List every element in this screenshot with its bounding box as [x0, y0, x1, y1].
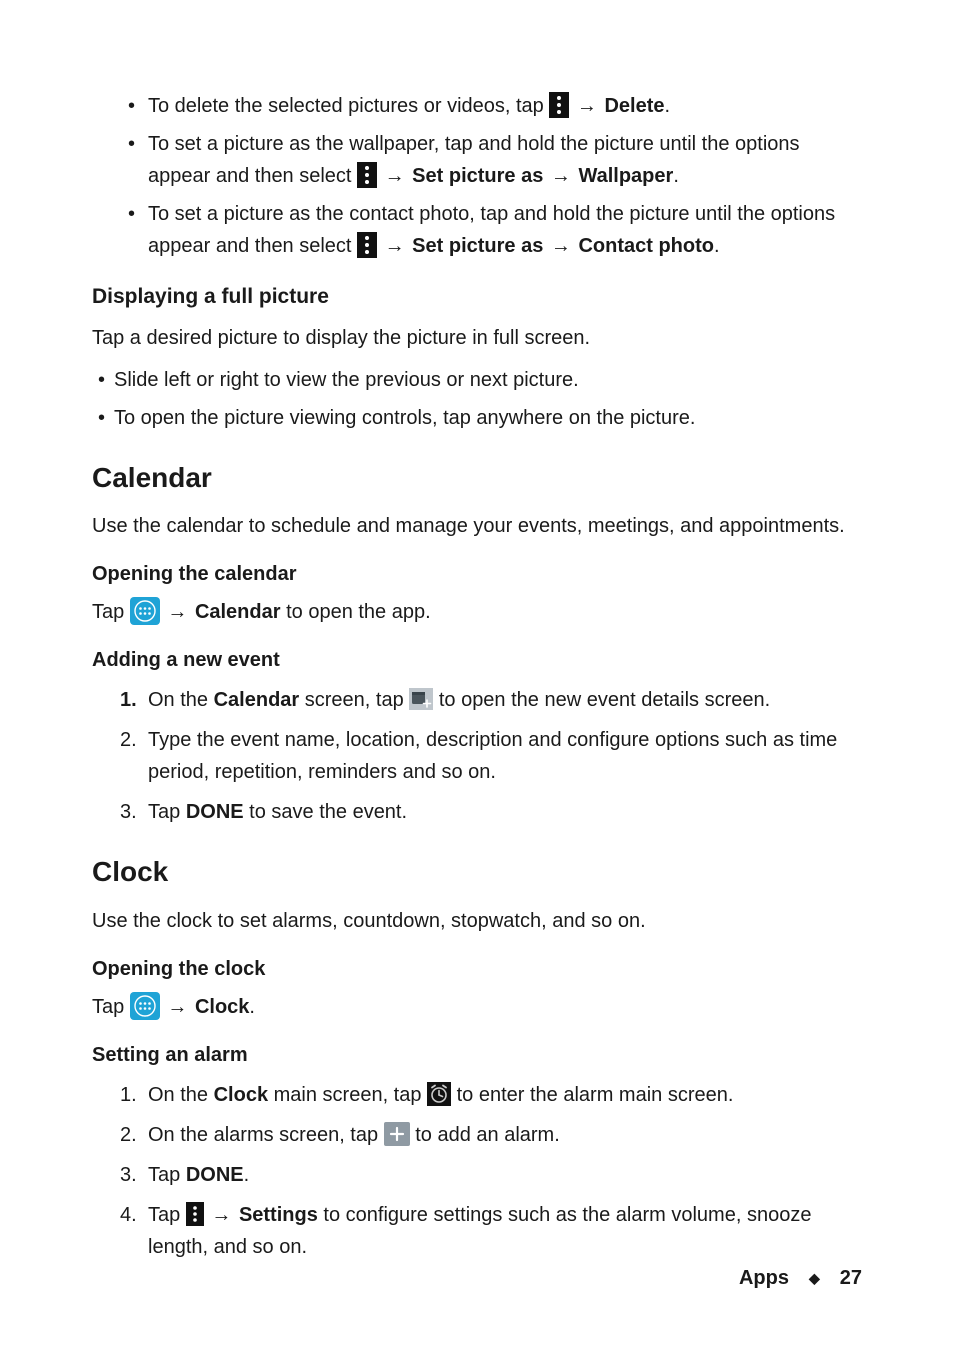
overflow-menu-icon	[549, 92, 569, 118]
action-name: Wallpaper	[578, 165, 673, 187]
text: .	[244, 1164, 250, 1186]
screen-name: Calendar	[214, 689, 300, 711]
arrow: →	[165, 596, 189, 628]
calendar-steps: On the Calendar screen, tap to open the …	[92, 684, 862, 828]
action-name: Delete	[604, 95, 664, 117]
heading-adding-event: Adding a new event	[92, 644, 862, 676]
text: Tap	[148, 1204, 186, 1226]
paragraph: Tap → Calendar to open the app.	[92, 596, 862, 628]
apps-grid-icon	[130, 992, 160, 1020]
arrow: →	[575, 90, 599, 122]
heading-opening-calendar: Opening the calendar	[92, 558, 862, 590]
text: .	[665, 95, 671, 117]
text: .	[249, 996, 255, 1018]
arrow: →	[383, 160, 407, 192]
displaying-bullets: Slide left or right to view the previous…	[92, 364, 862, 434]
step: Tap DONE.	[148, 1159, 862, 1191]
new-event-icon	[409, 688, 433, 710]
list-item: To open the picture viewing controls, ta…	[114, 402, 862, 434]
action-name: Set picture as	[412, 235, 543, 257]
heading-setting-alarm: Setting an alarm	[92, 1039, 862, 1071]
step: Tap DONE to save the event.	[148, 796, 862, 828]
action-name: Set picture as	[412, 165, 543, 187]
action-name: Contact photo	[578, 235, 714, 257]
apps-grid-icon	[130, 597, 160, 625]
text: .	[714, 235, 720, 257]
heading-opening-clock: Opening the clock	[92, 953, 862, 985]
overflow-menu-icon	[357, 232, 377, 258]
arrow: →	[549, 230, 573, 262]
text: screen, tap	[299, 689, 409, 711]
text: To delete the selected pictures or video…	[148, 95, 549, 117]
step: On the Calendar screen, tap to open the …	[148, 684, 862, 716]
text: to open the new event details screen.	[439, 689, 770, 711]
text: to open the app.	[281, 601, 431, 623]
step: On the alarms screen, tap to add an alar…	[148, 1119, 862, 1151]
alarm-clock-icon	[427, 1082, 451, 1106]
paragraph: Use the calendar to schedule and manage …	[92, 510, 862, 542]
gallery-options-list: To delete the selected pictures or video…	[92, 90, 862, 262]
button-name: DONE	[186, 801, 244, 823]
clock-steps: On the Clock main screen, tap to enter t…	[92, 1079, 862, 1263]
list-item: To set a picture as the contact photo, t…	[148, 198, 862, 262]
text: to save the event.	[244, 801, 407, 823]
text: to enter the alarm main screen.	[457, 1084, 734, 1106]
list-item: To delete the selected pictures or video…	[148, 90, 862, 122]
text: On the	[148, 1084, 214, 1106]
text: Tap	[148, 1164, 186, 1186]
footer-page-number: 27	[840, 1262, 862, 1294]
arrow: →	[209, 1199, 233, 1231]
step: Tap → Settings to configure settings suc…	[148, 1199, 862, 1263]
text: On the alarms screen, tap	[148, 1124, 384, 1146]
paragraph: Tap a desired picture to display the pic…	[92, 322, 862, 354]
page-footer: Apps ◆ 27	[739, 1262, 862, 1294]
list-item: To set a picture as the wallpaper, tap a…	[148, 128, 862, 192]
app-name: Calendar	[195, 601, 281, 623]
text: to add an alarm.	[415, 1124, 560, 1146]
step: On the Clock main screen, tap to enter t…	[148, 1079, 862, 1111]
text: Tap	[92, 996, 130, 1018]
add-plus-icon	[384, 1122, 410, 1146]
screen-name: Clock	[214, 1084, 268, 1106]
text: Tap	[148, 801, 186, 823]
menu-item-name: Settings	[239, 1204, 318, 1226]
paragraph: Tap → Clock.	[92, 991, 862, 1023]
heading-displaying-full-picture: Displaying a full picture	[92, 280, 862, 314]
text: .	[673, 165, 679, 187]
text: On the	[148, 689, 214, 711]
button-name: DONE	[186, 1164, 244, 1186]
app-name: Clock	[195, 996, 249, 1018]
text: Tap	[92, 601, 130, 623]
overflow-menu-icon	[357, 162, 377, 188]
arrow: →	[383, 230, 407, 262]
heading-calendar: Calendar	[92, 456, 862, 501]
overflow-menu-icon	[186, 1202, 204, 1226]
page: To delete the selected pictures or video…	[0, 0, 954, 1354]
arrow: →	[549, 160, 573, 192]
step: Type the event name, location, descripti…	[148, 724, 862, 788]
paragraph: Use the clock to set alarms, countdown, …	[92, 905, 862, 937]
arrow: →	[165, 991, 189, 1023]
text: main screen, tap	[268, 1084, 427, 1106]
list-item: Slide left or right to view the previous…	[114, 364, 862, 396]
footer-section: Apps	[739, 1262, 789, 1294]
diamond-icon: ◆	[809, 1267, 820, 1289]
heading-clock: Clock	[92, 850, 862, 895]
